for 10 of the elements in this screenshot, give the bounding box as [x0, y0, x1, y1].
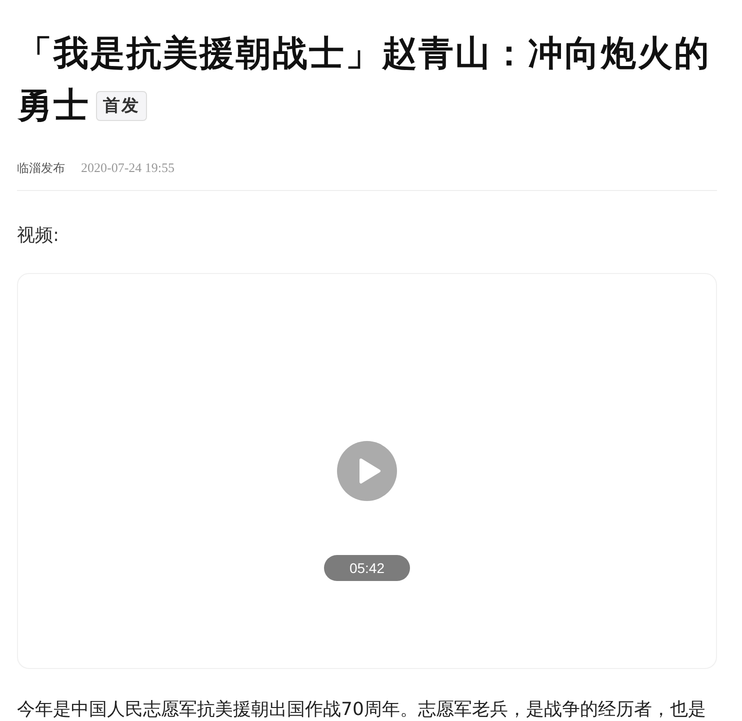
- video-duration: 05:42: [324, 555, 410, 581]
- title-line: 勇士: [17, 86, 90, 126]
- video-player[interactable]: 05:42: [17, 273, 717, 669]
- title-line: 「我是抗美援朝战士」赵青山：冲向炮火的: [17, 34, 710, 74]
- first-release-tag: 首发: [96, 91, 147, 121]
- source-name[interactable]: 临淄发布: [17, 160, 65, 176]
- publish-date: 2020-07-24 19:55: [81, 160, 175, 176]
- article-paragraph: 今年是中国人民志愿军抗美援朝出国作战70周年。志愿军老兵，是战争的经历者，也是: [17, 698, 707, 721]
- play-icon[interactable]: [337, 441, 397, 501]
- video-label: 视频:: [17, 224, 60, 248]
